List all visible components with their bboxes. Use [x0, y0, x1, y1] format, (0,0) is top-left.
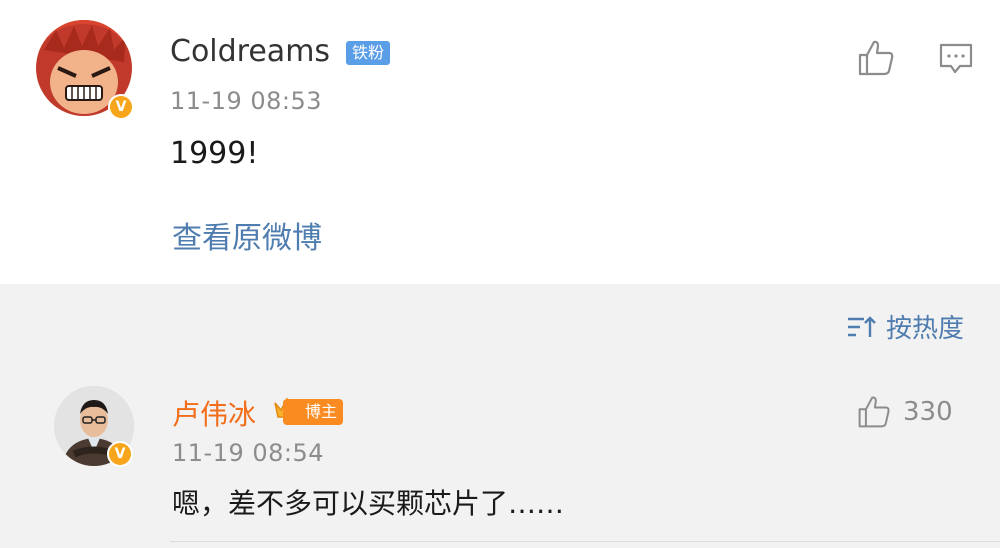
comment-text: 嗯，差不多可以买颗芯片了…… — [172, 487, 565, 520]
blogger-badge: 博主 — [283, 399, 344, 425]
verified-badge: V — [107, 441, 133, 467]
sort-icon — [847, 315, 876, 337]
comment-like-count: 330 — [903, 397, 953, 427]
post-text: 1999! — [170, 136, 259, 171]
comment-divider — [170, 541, 1000, 542]
post-author-name[interactable]: Coldreams — [170, 34, 330, 69]
sort-label: 按热度 — [885, 314, 964, 344]
commenter-name[interactable]: 卢伟冰 — [172, 393, 256, 433]
comment-like-button[interactable] — [856, 394, 892, 430]
post-time: 11-19 08:53 — [170, 87, 323, 115]
verified-badge: V — [108, 94, 134, 120]
comment-icon — [939, 43, 973, 74]
original-post-card: V Coldreams 铁粉 11-19 08:53 1999! 查看原微博 — [0, 0, 1000, 284]
comment-time: 11-19 08:54 — [172, 439, 325, 467]
comment-button[interactable] — [938, 42, 974, 76]
like-button[interactable] — [856, 38, 896, 78]
view-original-link[interactable]: 查看原微博 — [172, 213, 322, 257]
thumbs-up-icon — [858, 40, 894, 76]
fan-badge: 铁粉 — [346, 41, 391, 65]
thumbs-up-icon — [858, 396, 890, 428]
sort-by-hot-button[interactable]: 按热度 — [846, 308, 964, 345]
